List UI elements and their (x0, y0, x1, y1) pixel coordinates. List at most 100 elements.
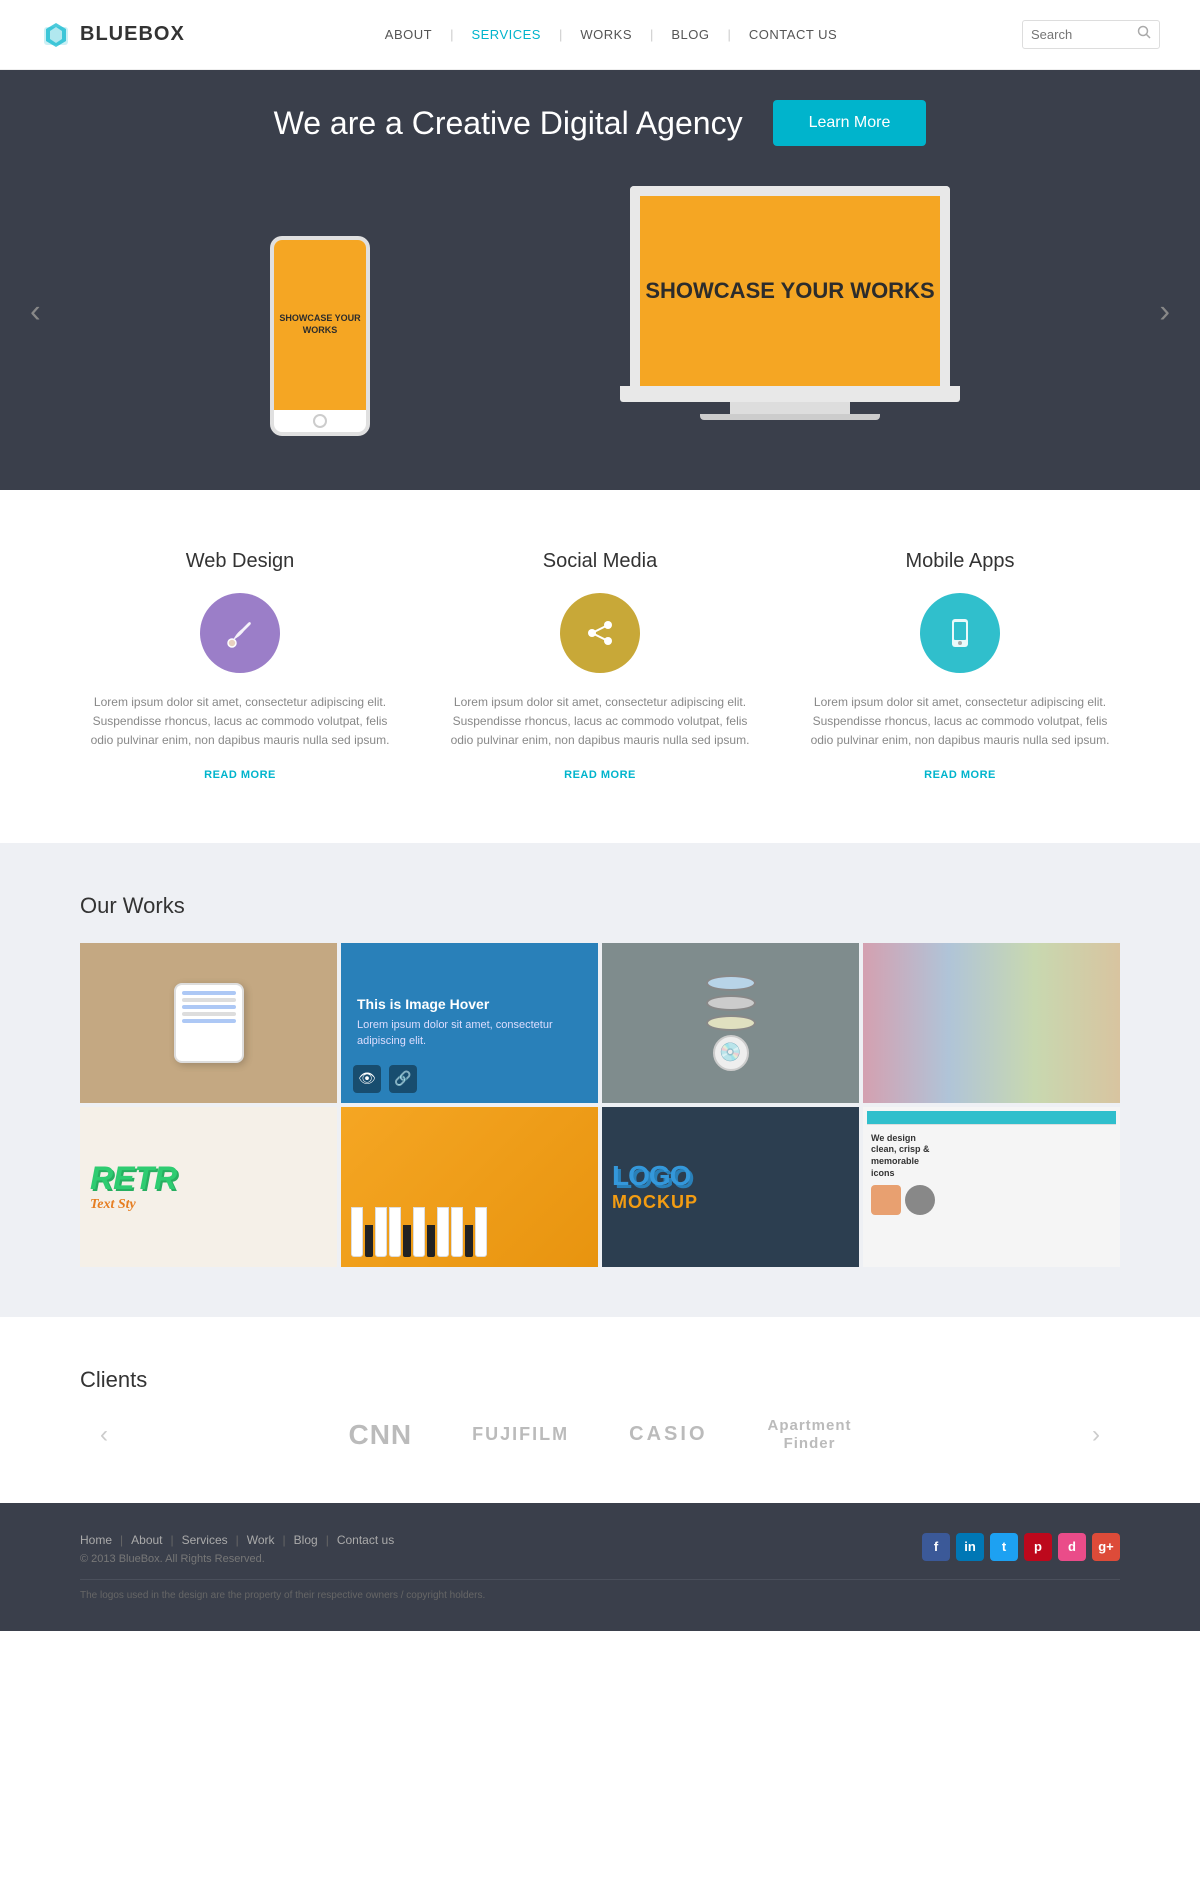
work-item-6[interactable] (341, 1107, 598, 1267)
work-item-1[interactable] (80, 943, 337, 1103)
client-casio: CASIO (629, 1423, 707, 1446)
laptop-device: SHOWCASE YOUR WORKS (600, 186, 980, 446)
work-item-3[interactable]: 💿 (602, 943, 859, 1103)
footer-copyright: © 2013 BlueBox. All Rights Reserved. (80, 1553, 394, 1565)
main-nav: ABOUT | SERVICES | WORKS | BLOG | CONTAC… (200, 27, 1022, 42)
mobile-apps-read-more[interactable]: READ MORE (924, 769, 996, 781)
footer-nav-about[interactable]: About (131, 1533, 162, 1547)
clients-row: ‹ CNN FUJIFILM CASIO ApartmentFinder › (80, 1417, 1120, 1453)
service-social-media-title: Social Media (440, 550, 760, 573)
work-hover-title: This is Image Hover (357, 996, 489, 1012)
nav-contact[interactable]: CONTACT US (731, 27, 855, 42)
footer-legal: The logos used in the design are the pro… (80, 1579, 1120, 1601)
footer-social: f in t p d g+ (922, 1533, 1120, 1561)
web-screenshot-graphic: We designclean, crisp &memorableicons (863, 1107, 1120, 1267)
hero-section: We are a Creative Digital Agency Learn M… (0, 70, 1200, 490)
footer-nav: Home | About | Services | Work | Blog | … (80, 1533, 394, 1547)
mobile-apps-icon-circle (920, 593, 1000, 673)
social-googleplus-button[interactable]: g+ (1092, 1533, 1120, 1561)
laptop-stand (730, 402, 850, 414)
phone-screen-text: SHOWCASE YOUR WORKS (278, 313, 362, 336)
social-pinterest-button[interactable]: p (1024, 1533, 1052, 1561)
hero-prev-arrow[interactable]: ‹ (30, 293, 41, 330)
social-twitter-button[interactable]: t (990, 1533, 1018, 1561)
mockup-label: MOCKUP (612, 1192, 698, 1213)
clients-next-arrow[interactable]: › (1072, 1421, 1120, 1449)
social-media-icon-circle (560, 593, 640, 673)
work-item-8[interactable]: We designclean, crisp &memorableicons (863, 1107, 1120, 1267)
laptop-screen-text: SHOWCASE YOUR WORKS (645, 278, 934, 304)
client-fujifilm: FUJIFILM (472, 1424, 569, 1445)
share-icon (582, 615, 618, 651)
learn-more-button[interactable]: Learn More (773, 100, 927, 146)
search-input[interactable] (1031, 27, 1131, 42)
works-grid: This is Image Hover Lorem ipsum dolor si… (80, 943, 1120, 1267)
service-web-design: Web Design Lorem ipsum dolor sit amet, c… (80, 550, 400, 783)
work-hover-desc: Lorem ipsum dolor sit amet, consectetur … (357, 1018, 582, 1049)
hero-devices: ‹ SHOWCASE YOUR WORKS SHOWCASE YOUR WORK… (0, 156, 1200, 466)
client-cnn: CNN (348, 1419, 412, 1451)
social-dribbble-button[interactable]: d (1058, 1533, 1086, 1561)
client-logos: CNN FUJIFILM CASIO ApartmentFinder (128, 1417, 1072, 1453)
nav-blog[interactable]: BLOG (653, 27, 727, 42)
footer-nav-home[interactable]: Home (80, 1533, 112, 1547)
work-link-icon[interactable]: 🔗 (389, 1065, 417, 1093)
footer-nav-work[interactable]: Work (247, 1533, 275, 1547)
footer-left: Home | About | Services | Work | Blog | … (80, 1533, 394, 1565)
social-facebook-button[interactable]: f (922, 1533, 950, 1561)
mobile-apps-desc: Lorem ipsum dolor sit amet, consectetur … (800, 693, 1120, 751)
search-box (1022, 20, 1160, 49)
hero-top: We are a Creative Digital Agency Learn M… (0, 70, 1200, 156)
our-works-section: Our Works This is Image Hover Lorem ipsu… (0, 843, 1200, 1317)
work-view-icon[interactable]: 👁 (353, 1065, 381, 1093)
footer-nav-contact[interactable]: Contact us (337, 1533, 394, 1547)
brush-icon (222, 615, 258, 651)
our-works-title: Our Works (80, 893, 1120, 919)
footer: Home | About | Services | Work | Blog | … (0, 1503, 1200, 1631)
social-media-desc: Lorem ipsum dolor sit amet, consectetur … (440, 693, 760, 751)
clients-section: Clients ‹ CNN FUJIFILM CASIO ApartmentFi… (0, 1317, 1200, 1503)
footer-nav-services[interactable]: Services (182, 1533, 228, 1547)
laptop-screen: SHOWCASE YOUR WORKS (630, 186, 950, 386)
nav-works[interactable]: WORKS (562, 27, 650, 42)
work-item-5[interactable]: RETR Text Sty (80, 1107, 337, 1267)
mobile-icon (942, 615, 978, 651)
header-right (1022, 20, 1160, 49)
work-item-4[interactable] (863, 943, 1120, 1103)
hero-title: We are a Creative Digital Agency (274, 105, 743, 142)
hero-next-arrow[interactable]: › (1159, 293, 1170, 330)
piano-graphic (341, 1107, 598, 1267)
services-grid: Web Design Lorem ipsum dolor sit amet, c… (80, 550, 1120, 783)
service-mobile-apps-title: Mobile Apps (800, 550, 1120, 573)
social-media-read-more[interactable]: READ MORE (564, 769, 636, 781)
nav-about[interactable]: ABOUT (367, 27, 450, 42)
web-design-icon-circle (200, 593, 280, 673)
phone-screen: SHOWCASE YOUR WORKS (274, 240, 366, 410)
logo-icon (40, 19, 72, 51)
web-design-read-more[interactable]: READ MORE (204, 769, 276, 781)
client-apartment-finder: ApartmentFinder (768, 1417, 852, 1453)
laptop-base (620, 386, 960, 402)
social-linkedin-button[interactable]: in (956, 1533, 984, 1561)
notepad-graphic (174, 983, 244, 1063)
database-graphic: 💿 (706, 975, 756, 1071)
clients-prev-arrow[interactable]: ‹ (80, 1421, 128, 1449)
services-section: Web Design Lorem ipsum dolor sit amet, c… (0, 490, 1200, 843)
service-social-media: Social Media Lorem ipsum dolor sit amet,… (440, 550, 760, 783)
service-web-design-title: Web Design (80, 550, 400, 573)
phone-device: SHOWCASE YOUR WORKS (270, 236, 370, 436)
search-icon[interactable] (1137, 25, 1151, 44)
work-item-7[interactable]: LOGO MOCKUP (602, 1107, 859, 1267)
logo-text: BLUEBOX (80, 23, 185, 46)
work-hover-overlay: This is Image Hover Lorem ipsum dolor si… (341, 943, 598, 1103)
work-item-2[interactable]: This is Image Hover Lorem ipsum dolor si… (341, 943, 598, 1103)
phone-home-button (313, 414, 327, 428)
header: BLUEBOX ABOUT | SERVICES | WORKS | BLOG … (0, 0, 1200, 70)
footer-nav-blog[interactable]: Blog (294, 1533, 318, 1547)
retro-text-graphic: RETR (90, 1160, 177, 1197)
web-design-desc: Lorem ipsum dolor sit amet, consectetur … (80, 693, 400, 751)
laptop-foot (700, 414, 880, 420)
clients-title: Clients (80, 1367, 1120, 1393)
service-mobile-apps: Mobile Apps Lorem ipsum dolor sit amet, … (800, 550, 1120, 783)
nav-services[interactable]: SERVICES (453, 27, 559, 42)
